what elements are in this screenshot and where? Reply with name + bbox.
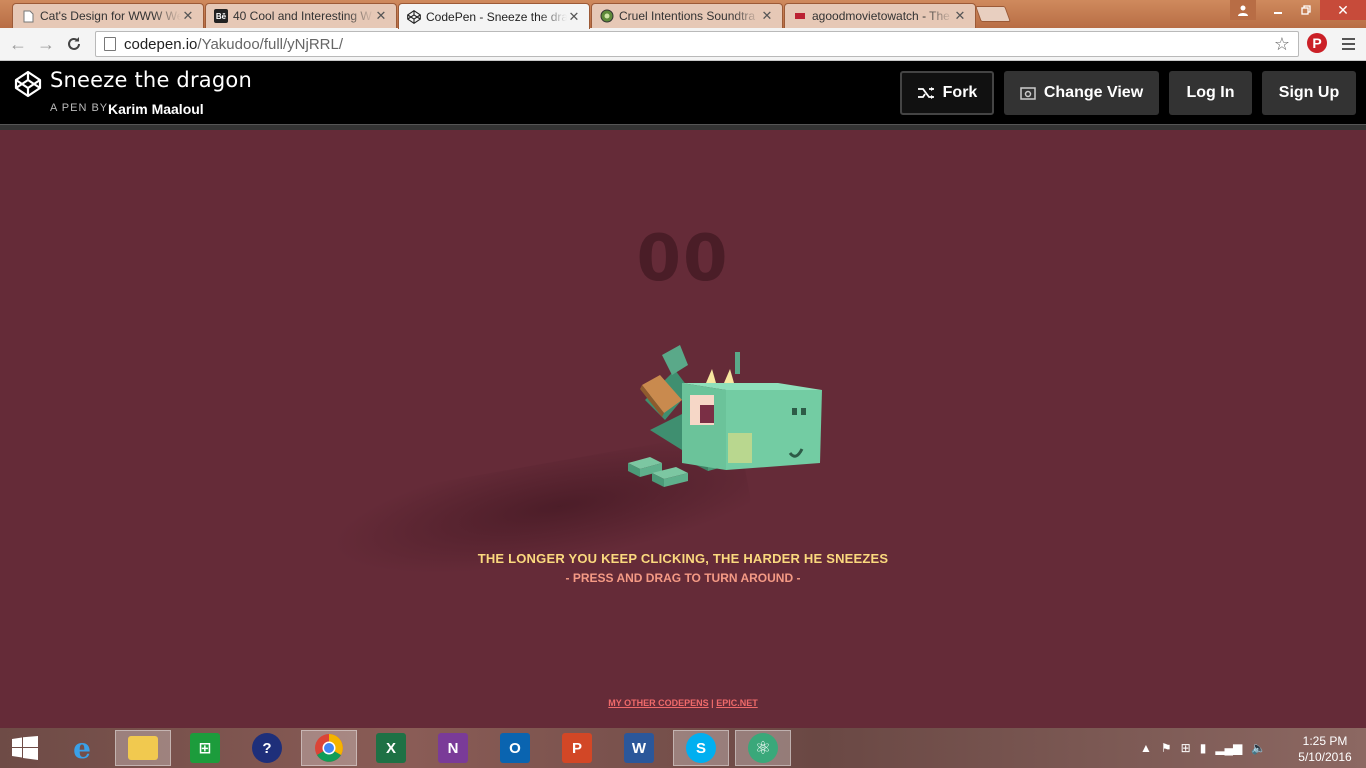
- skype-icon: S: [686, 733, 716, 763]
- volume-icon[interactable]: 🔈: [1251, 741, 1266, 755]
- network-icon[interactable]: ▂▄▆: [1215, 741, 1242, 755]
- bookmark-star-icon[interactable]: ☆: [1270, 34, 1294, 55]
- reload-icon[interactable]: [62, 33, 86, 55]
- word-icon: W: [624, 733, 654, 763]
- flag-icon[interactable]: ⚑: [1161, 741, 1172, 755]
- sneeze-counter: 00: [636, 222, 730, 296]
- taskbar-onenote[interactable]: N: [425, 730, 481, 766]
- browser-toolbar: ← → codepen.io/Yakudoo/full/yNjRRL/ ☆ P: [0, 28, 1366, 61]
- link-separator: |: [711, 698, 714, 708]
- tab-title: Cat's Design for WWW We: [40, 9, 181, 23]
- change-view-label: Change View: [1043, 84, 1144, 101]
- start-button[interactable]: [0, 730, 50, 766]
- chrome-icon: [315, 734, 343, 762]
- fork-button[interactable]: Fork: [900, 71, 994, 115]
- page-info-icon[interactable]: [104, 37, 116, 51]
- fork-label: Fork: [942, 84, 978, 101]
- hint-primary: THE LONGER YOU KEEP CLICKING, THE HARDER…: [477, 551, 889, 566]
- tab-title: CodePen - Sneeze the dra: [426, 9, 567, 24]
- dragon-illustration[interactable]: [620, 345, 830, 495]
- taskbar-file-explorer[interactable]: [115, 730, 171, 766]
- codepen-logo-icon[interactable]: [14, 70, 42, 98]
- pen-by-label: A PEN BY: [50, 102, 109, 114]
- windows-icon[interactable]: ⊞: [1181, 741, 1191, 755]
- browser-tab[interactable]: Bē 40 Cool and Interesting W ✕: [205, 3, 397, 28]
- help-icon: ?: [252, 733, 282, 763]
- taskbar-word[interactable]: W: [611, 730, 667, 766]
- taskbar-clock[interactable]: 1:25 PM 5/10/2016: [1290, 733, 1360, 765]
- taskbar-skype[interactable]: S: [673, 730, 729, 766]
- pen-title: Sneeze the dragon: [50, 68, 252, 92]
- new-tab-button[interactable]: [975, 6, 1011, 22]
- fork-icon: [917, 87, 934, 99]
- browser-tab[interactable]: Cat's Design for WWW We ✕: [12, 3, 204, 28]
- address-bar[interactable]: codepen.io/Yakudoo/full/yNjRRL/ ☆: [95, 31, 1299, 57]
- chrome-menu-icon[interactable]: [1338, 34, 1358, 54]
- other-codepens-link[interactable]: MY OTHER CODEPENS: [608, 698, 708, 708]
- change-view-button[interactable]: Change View: [1004, 71, 1159, 115]
- signup-label: Sign Up: [1278, 84, 1340, 101]
- show-hidden-icons-icon[interactable]: ▲: [1140, 741, 1152, 755]
- minimize-icon[interactable]: [1264, 0, 1292, 20]
- login-label: Log In: [1186, 84, 1235, 101]
- atom-icon: ⚛: [748, 733, 778, 763]
- browser-tab-active[interactable]: CodePen - Sneeze the dra ✕: [398, 3, 590, 29]
- browser-tab[interactable]: Cruel Intentions Soundtra ✕: [591, 3, 783, 28]
- powerpoint-icon: P: [562, 733, 592, 763]
- restore-icon[interactable]: [1292, 0, 1320, 20]
- internet-explorer-icon: e: [73, 731, 91, 765]
- close-window-icon[interactable]: ✕: [1320, 0, 1366, 20]
- close-tab-icon[interactable]: ✕: [567, 9, 581, 25]
- tab-title: Cruel Intentions Soundtra: [619, 9, 756, 23]
- folder-icon: [128, 736, 158, 760]
- footer-links: MY OTHER CODEPENS | EPIC.NET: [0, 698, 1366, 708]
- pen-author-link[interactable]: Karim Maaloul: [108, 101, 204, 117]
- tab-title: agoodmovietowatch - The: [812, 9, 950, 23]
- back-icon[interactable]: ←: [6, 33, 30, 55]
- taskbar-store[interactable]: ⊞: [177, 730, 233, 766]
- taskbar-excel[interactable]: X: [363, 730, 419, 766]
- epic-link[interactable]: EPIC.NET: [716, 698, 758, 708]
- hint-secondary: - PRESS AND DRAG TO TURN AROUND -: [565, 571, 801, 585]
- forward-icon[interactable]: →: [34, 33, 58, 55]
- system-tray: ▲ ⚑ ⊞ ▮ ▂▄▆ 🔈: [1140, 728, 1266, 768]
- windows-logo-icon: [12, 736, 38, 760]
- taskbar-atom[interactable]: ⚛: [735, 730, 791, 766]
- window-controls: ✕: [1230, 0, 1366, 22]
- onenote-icon: N: [438, 733, 468, 763]
- pinterest-icon[interactable]: P: [1307, 33, 1327, 53]
- close-tab-icon[interactable]: ✕: [760, 8, 774, 24]
- signup-button[interactable]: Sign Up: [1262, 71, 1356, 115]
- url-text: codepen.io/Yakudoo/full/yNjRRL/: [124, 35, 344, 53]
- browser-tab[interactable]: agoodmovietowatch - The ✕: [784, 3, 976, 28]
- taskbar-powerpoint[interactable]: P: [549, 730, 605, 766]
- taskbar-outlook[interactable]: O: [487, 730, 543, 766]
- taskbar-help[interactable]: ?: [239, 730, 295, 766]
- page-icon: [21, 9, 35, 23]
- login-button[interactable]: Log In: [1169, 71, 1252, 115]
- clock-time: 1:25 PM: [1302, 734, 1348, 748]
- outlook-icon: O: [500, 733, 530, 763]
- user-icon[interactable]: [1230, 0, 1256, 20]
- codepen-header: Sneeze the dragon A PEN BY Karim Maaloul…: [0, 62, 1366, 126]
- music-icon: [600, 9, 614, 23]
- taskbar-chrome[interactable]: [301, 730, 357, 766]
- movie-icon: [793, 9, 807, 23]
- close-tab-icon[interactable]: ✕: [181, 8, 195, 24]
- close-tab-icon[interactable]: ✕: [953, 8, 967, 24]
- clock-date: 5/10/2016: [1298, 750, 1352, 764]
- view-icon: [1020, 87, 1036, 100]
- close-tab-icon[interactable]: ✕: [374, 8, 388, 24]
- store-icon: ⊞: [190, 733, 220, 763]
- behance-icon: Bē: [214, 9, 228, 23]
- excel-icon: X: [376, 733, 406, 763]
- taskbar-internet-explorer[interactable]: e: [54, 730, 110, 766]
- codepen-icon: [407, 9, 421, 24]
- tab-title: 40 Cool and Interesting W: [233, 9, 372, 23]
- power-icon[interactable]: ▮: [1200, 741, 1207, 755]
- browser-tabstrip: Cat's Design for WWW We ✕ Bē 40 Cool and…: [0, 0, 1366, 29]
- pen-preview-stage[interactable]: 00 THE LONGER YOU KEEP CLICKING, THE HAR…: [0, 130, 1366, 728]
